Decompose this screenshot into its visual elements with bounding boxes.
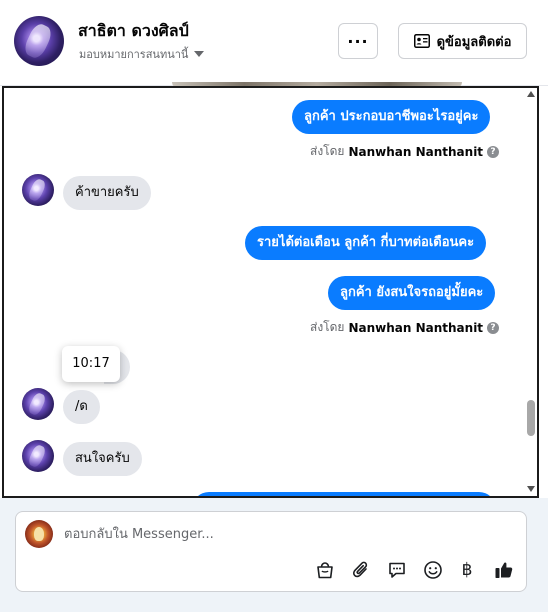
attachment-icon[interactable] [349,558,373,582]
contact-card-icon [413,34,430,48]
saved-reply-icon[interactable] [385,558,409,582]
assign-conversation-dropdown[interactable]: มอบหมายการสนทนานี้ [79,45,205,63]
shopping-bag-icon[interactable] [313,558,337,582]
emoji-icon[interactable] [421,558,445,582]
message-incoming[interactable]: ค้าขายครับ [63,176,151,210]
scroll-up-arrow[interactable] [527,91,535,97]
baht-icon[interactable]: ฿ [455,558,479,582]
message-incoming[interactable]: /ด [63,390,100,424]
sent-by-prefix: ส่งโดย [310,144,345,158]
sent-by-label: ส่งโดย Nanwhan Nanthanit ? [310,318,500,337]
conversation-panel: สาธิตา ดวงศิลป์ มอบหมายการสนทนานี้ ··· ด… [0,0,548,612]
page-avatar [25,520,53,548]
contact-avatar[interactable] [14,16,64,66]
assign-conversation-label: มอบหมายการสนทนานี้ [79,48,189,61]
message-outgoing[interactable]: ลูกค้า ประกอบอาชีพอะไรอยู่คะ [292,100,491,134]
sent-by-prefix: ส่งโดย [310,320,345,334]
message-incoming[interactable]: สนใจครับ [63,442,142,476]
view-contact-label: ดูข้อมูลติดต่อ [436,34,512,50]
help-icon[interactable]: ? [487,145,500,158]
message-outgoing[interactable]: รายได้ต่อเดือน ลูกค้า กี่บาทต่อเดือนคะ [245,226,487,260]
contact-avatar-small[interactable] [22,388,54,420]
scroll-thumb[interactable] [527,400,535,436]
contact-avatar-small[interactable] [22,440,54,472]
reply-composer: ฿ [15,511,527,592]
more-options-button[interactable]: ··· [338,23,378,59]
reply-input[interactable] [64,524,504,544]
message-outgoing[interactable]: ลูกค้า ยังสนใจรถอยู่มั้ยคะ [328,276,496,310]
conversation-header: สาธิตา ดวงศิลป์ มอบหมายการสนทนานี้ ··· ด… [0,0,548,86]
chevron-down-icon [194,51,205,57]
contact-avatar-small[interactable] [22,174,54,206]
contact-name[interactable]: สาธิตา ดวงศิลป์ [78,19,189,44]
view-contact-button[interactable]: ดูข้อมูลติดต่อ [398,23,527,59]
help-icon[interactable]: ? [487,321,500,334]
scroll-down-arrow[interactable] [527,486,535,492]
sent-by-name: Nanwhan Nanthanit [348,144,484,159]
scrollbar[interactable] [525,88,537,496]
sent-by-name: Nanwhan Nanthanit [348,320,484,335]
message-thread[interactable]: ลูกค้า ประกอบอาชีพอะไรอยู่คะ ส่งโดย Nanw… [2,86,539,498]
sent-by-label: ส่งโดย Nanwhan Nanthanit ? [310,142,500,161]
thumbs-up-icon[interactable] [492,558,516,582]
timestamp-tooltip: 10:17 [62,346,120,382]
